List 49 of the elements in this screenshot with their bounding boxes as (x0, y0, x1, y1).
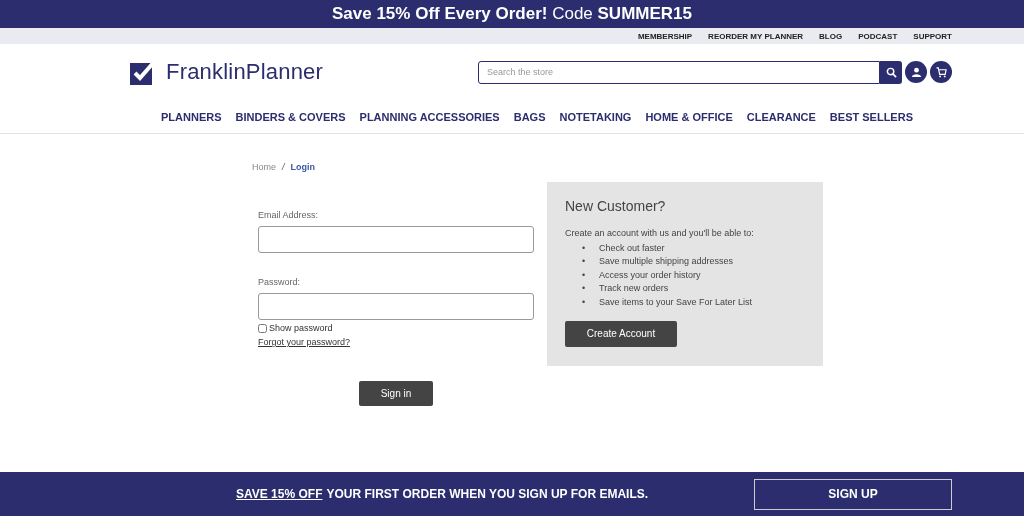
sign-in-button[interactable]: Sign in (359, 381, 433, 406)
list-bullet: • (582, 242, 587, 253)
nav-link[interactable]: NOTETAKING (559, 110, 632, 123)
sign-up-button[interactable]: SIGN UP (754, 478, 952, 510)
panel-intro: Create an account with us and you'll be able to: (565, 228, 755, 238)
logo-text[interactable]: FranklinPlanner (166, 59, 324, 85)
utility-link[interactable]: REORDER MY PLANNER (708, 31, 804, 41)
list-bullet: • (582, 296, 587, 307)
search-field[interactable]: Search the store (478, 60, 880, 84)
utility-link[interactable]: SUPPORT (913, 31, 952, 41)
field-label: Email Address: (258, 210, 320, 220)
promo-banner: Save 15% Off Every Order! Code SUMMER15 (0, 0, 1024, 28)
list-bullet: • (582, 283, 587, 294)
panel-title: New Customer? (565, 198, 667, 214)
nav-link[interactable]: CLEARANCE (746, 110, 816, 123)
forgot-password-link[interactable]: Forgot your password? (258, 337, 351, 347)
benefit-item: Access your order history (599, 269, 701, 280)
nav-link[interactable]: HOME & OFFICE (645, 110, 733, 123)
discount-link[interactable]: SAVE 15% OFF (236, 487, 323, 501)
field-label: Password: (258, 277, 302, 287)
password-field[interactable] (258, 293, 534, 320)
utility-link[interactable]: PODCAST (858, 31, 898, 41)
breadcrumb-separator: / (282, 162, 285, 172)
signup-message: YOUR FIRST ORDER WHEN YOU SIGN UP FOR EMAILS. (326, 487, 649, 501)
nav-link[interactable]: BINDERS & COVERS (235, 110, 346, 123)
list-bullet: • (582, 256, 587, 267)
create-account-button[interactable]: Create Account (565, 320, 677, 347)
person-icon (910, 66, 922, 78)
nav-link[interactable]: PLANNING ACCESSORIES (359, 110, 500, 123)
utility-link[interactable]: BLOG (819, 31, 843, 41)
cart-button[interactable] (930, 61, 952, 83)
breadcrumb-link[interactable]: Login (290, 162, 316, 172)
benefit-item: Track new orders (599, 283, 669, 294)
breadcrumb-link[interactable]: Home (252, 162, 276, 172)
account-button[interactable] (905, 61, 927, 83)
list-bullet: • (582, 269, 587, 280)
show-password-checkbox[interactable] (258, 323, 267, 333)
nav-link[interactable]: PLANNERS (161, 110, 222, 123)
cart-icon (935, 66, 947, 78)
benefit-item: Save items to your Save For Later List (599, 296, 753, 307)
search-icon (885, 66, 897, 78)
utility-link[interactable]: MEMBERSHIP (637, 31, 693, 41)
benefit-item: Check out faster (599, 242, 665, 253)
search-button[interactable] (880, 60, 902, 84)
email-field[interactable] (258, 226, 534, 253)
nav-link[interactable]: BEST SELLERS (829, 110, 913, 123)
benefit-item: Save multiple shipping addresses (599, 256, 734, 267)
nav-link[interactable]: BAGS (513, 110, 546, 123)
checkbox-label: Show password (269, 323, 333, 333)
